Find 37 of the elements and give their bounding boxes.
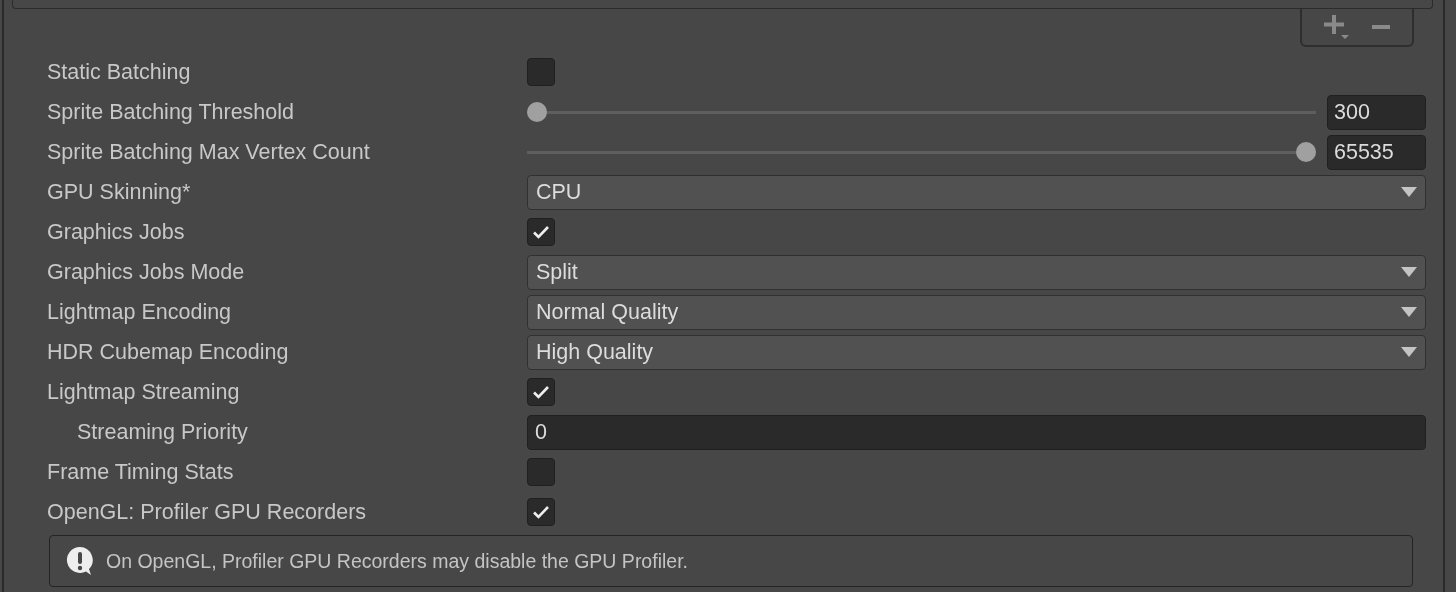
- remove-icon[interactable]: [1372, 24, 1390, 30]
- setting-label: Sprite Batching Max Vertex Count: [47, 139, 371, 165]
- dropdown[interactable]: Split: [527, 254, 1426, 290]
- setting-label: Lightmap Encoding: [47, 299, 233, 325]
- number-field[interactable]: 65535: [1327, 134, 1426, 170]
- caret-icon: [1401, 347, 1417, 357]
- caret-icon: [1401, 307, 1417, 317]
- setting-label: GPU Skinning*: [47, 179, 192, 205]
- slider-thumb[interactable]: [527, 102, 547, 122]
- setting-label: HDR Cubemap Encoding: [47, 339, 290, 365]
- checkbox[interactable]: [527, 58, 555, 86]
- setting-label: Lightmap Streaming: [47, 379, 241, 405]
- checkbox[interactable]: [527, 218, 555, 246]
- check-icon: [532, 385, 550, 399]
- setting-label: Streaming Priority: [76, 419, 249, 445]
- checkbox[interactable]: [527, 458, 555, 486]
- dropdown[interactable]: Normal Quality: [527, 294, 1426, 330]
- add-icon[interactable]: [1324, 14, 1350, 40]
- setting-label: Graphics Jobs: [47, 219, 186, 245]
- checkbox[interactable]: [527, 378, 555, 406]
- dropdown[interactable]: High Quality: [527, 334, 1426, 370]
- check-icon: [532, 225, 550, 239]
- help-message: On OpenGL, Profiler GPU Recorders may disable the GPU Profiler.: [106, 549, 688, 573]
- setting-label: Static Batching: [47, 59, 192, 85]
- setting-label: Sprite Batching Threshold: [47, 99, 295, 125]
- caret-icon: [1401, 267, 1417, 277]
- setting-label: Frame Timing Stats: [47, 459, 235, 485]
- warning-icon: [66, 546, 94, 576]
- slider-thumb[interactable]: [1296, 142, 1316, 162]
- setting-label: OpenGL: Profiler GPU Recorders: [47, 499, 368, 525]
- caret-icon: [1401, 187, 1417, 197]
- check-icon: [532, 505, 550, 519]
- dropdown[interactable]: CPU: [527, 174, 1426, 210]
- checkbox[interactable]: [527, 498, 555, 526]
- number-field[interactable]: 300: [1327, 94, 1426, 130]
- input-field[interactable]: 0: [527, 414, 1426, 450]
- setting-label: Graphics Jobs Mode: [47, 259, 246, 285]
